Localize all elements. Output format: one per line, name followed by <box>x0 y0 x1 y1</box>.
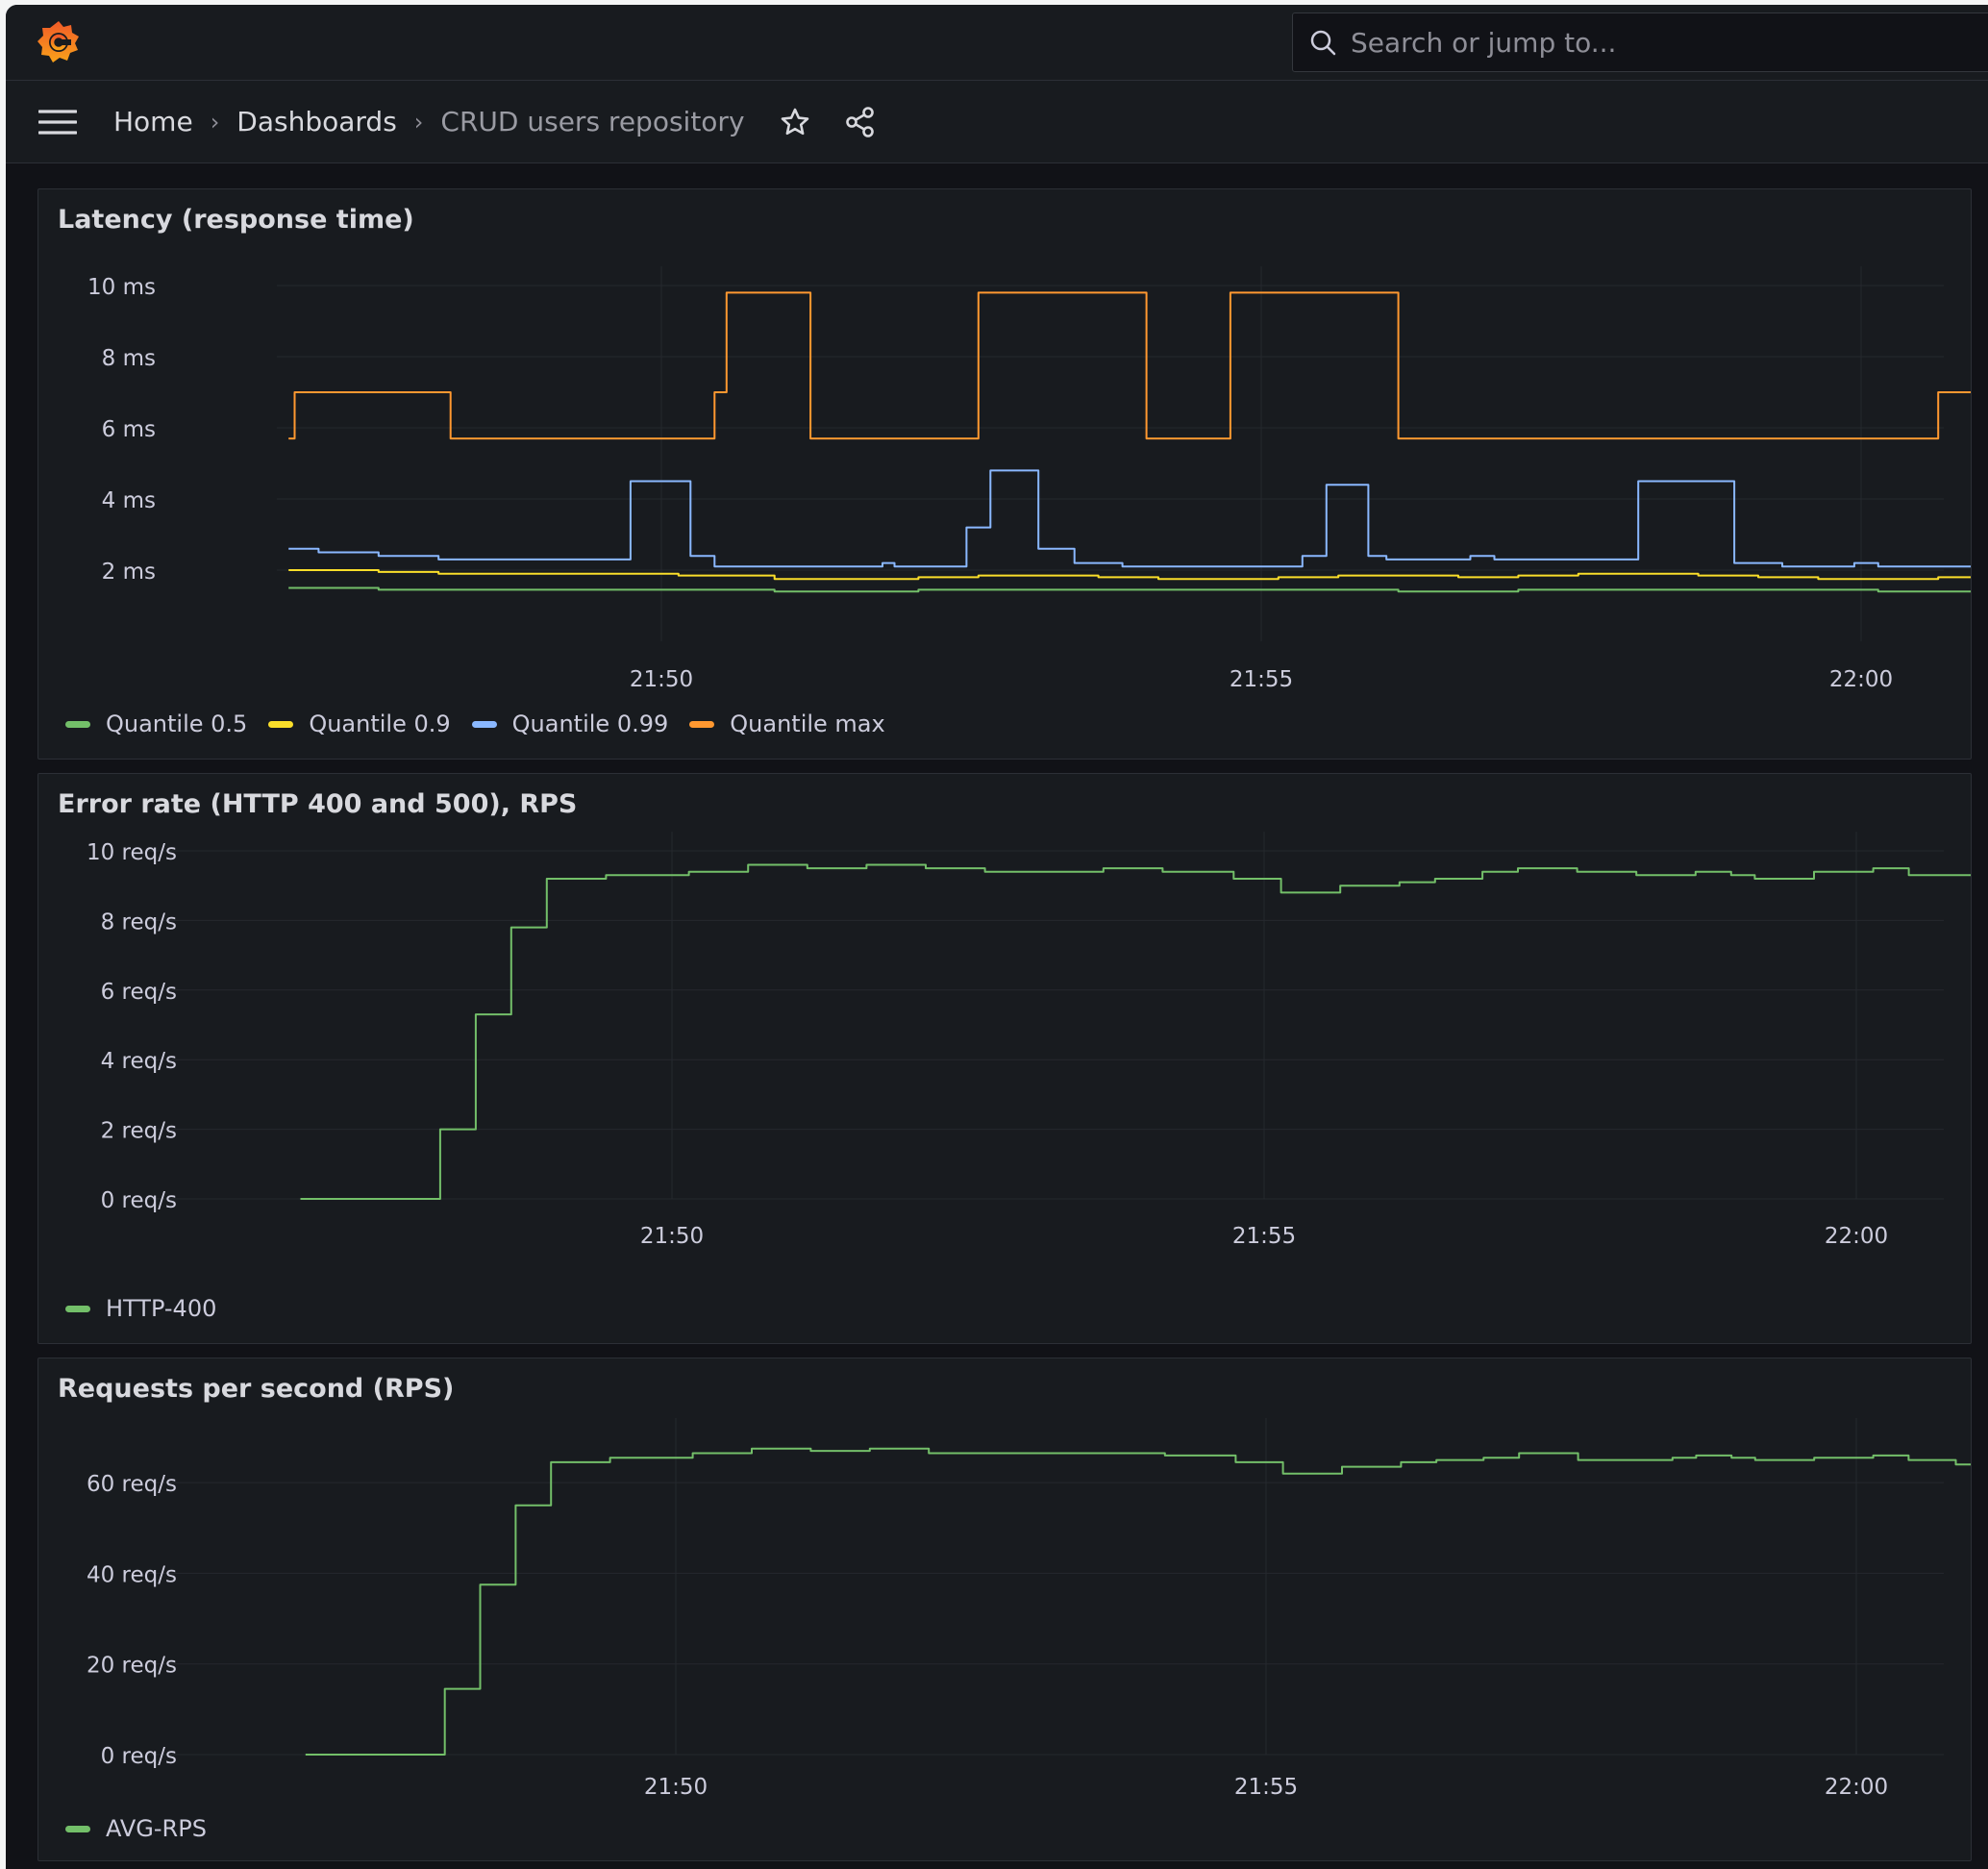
menu-button[interactable] <box>37 101 79 143</box>
legend-label: Quantile 0.99 <box>511 710 669 737</box>
legend-swatch <box>65 1825 90 1832</box>
error-rate-chart: 0 req/s 2 req/s 4 req/s 6 req/s 8 req/s 10 re… <box>87 832 1971 1249</box>
legend-item[interactable]: Quantile 0.9 <box>268 710 451 737</box>
legend-item[interactable]: HTTP-400 <box>65 1295 216 1322</box>
legend: HTTP-400 <box>65 1295 237 1322</box>
latency-chart: 2 ms 4 ms 6 ms 8 ms 10 ms 21:50 21:55 22:00 <box>87 266 1971 692</box>
error-rate-panel: Error rate (HTTP 400 and 500), RPS 0 req… <box>37 773 1972 1344</box>
legend-item[interactable]: AVG-RPS <box>65 1815 207 1842</box>
y-tick-label: 40 req/s <box>87 1562 177 1587</box>
search-placeholder: Search or jump to... <box>1351 26 1617 59</box>
star-icon <box>781 108 808 135</box>
series-line-quantile-max <box>288 291 1971 440</box>
y-tick-label: 4 ms <box>102 488 156 513</box>
breadcrumb-separator: › <box>210 108 220 136</box>
star-button[interactable] <box>774 101 816 143</box>
search-input[interactable]: Search or jump to... <box>1292 12 1988 72</box>
rps-chart: 0 req/s 20 req/s 40 req/s 60 req/s 21:50 21:5… <box>87 1418 1971 1800</box>
legend-swatch <box>268 720 294 728</box>
series-line-quantile-0-99 <box>288 469 1971 568</box>
legend: Quantile 0.5 Quantile 0.9 Quantile 0.99 … <box>65 710 907 737</box>
menu-icon <box>38 109 77 135</box>
legend: AVG-RPS <box>65 1815 228 1842</box>
x-tick-label: 21:50 <box>644 1775 708 1800</box>
app-window: Search or jump to... Home › Dashboards ›… <box>6 5 1988 1869</box>
legend-label: Quantile 0.9 <box>309 710 451 737</box>
grafana-logo[interactable] <box>35 18 83 66</box>
y-tick-label: 6 ms <box>102 417 156 442</box>
y-tick-label: 10 ms <box>87 275 156 300</box>
x-tick-label: 22:00 <box>1829 667 1893 692</box>
legend-label: HTTP-400 <box>106 1295 217 1322</box>
breadcrumb-bar: Home › Dashboards › CRUD users repositor… <box>6 81 1988 163</box>
series-line-http-400 <box>300 863 1971 1200</box>
y-tick-label: 10 req/s <box>87 840 177 865</box>
y-tick-label: 2 req/s <box>101 1119 177 1144</box>
y-tick-label: 8 ms <box>102 346 156 371</box>
series-line-avg-rps <box>305 1447 1971 1756</box>
breadcrumb-dashboards[interactable]: Dashboards <box>236 106 397 137</box>
x-tick-label: 21:55 <box>1232 1224 1296 1249</box>
legend-label: AVG-RPS <box>106 1815 207 1842</box>
x-tick-label: 22:00 <box>1825 1775 1888 1800</box>
latency-panel: Latency (response time) 2 ms 4 ms 6 ms 8 ms… <box>37 188 1972 760</box>
y-tick-label: 2 ms <box>102 560 156 585</box>
breadcrumb-home[interactable]: Home <box>113 106 193 137</box>
top-bar: Search or jump to... <box>6 5 1988 81</box>
legend-item[interactable]: Quantile max <box>689 710 885 737</box>
y-tick-label: 20 req/s <box>87 1654 177 1679</box>
legend-label: Quantile max <box>730 710 885 737</box>
legend-swatch <box>65 720 90 728</box>
y-tick-label: 60 req/s <box>87 1472 177 1497</box>
legend-item[interactable]: Quantile 0.99 <box>471 710 669 737</box>
breadcrumb-separator: › <box>413 108 424 136</box>
share-icon <box>845 106 874 137</box>
x-tick-label: 22:00 <box>1825 1224 1888 1249</box>
y-tick-label: 4 req/s <box>101 1049 177 1074</box>
y-tick-label: 0 req/s <box>101 1744 177 1769</box>
legend-swatch <box>65 1305 90 1312</box>
y-tick-label: 8 req/s <box>101 910 177 934</box>
x-tick-label: 21:55 <box>1234 1775 1298 1800</box>
breadcrumb: Home › Dashboards › CRUD users repositor… <box>113 106 745 137</box>
legend-swatch <box>689 720 715 728</box>
y-tick-label: 6 req/s <box>101 980 177 1005</box>
legend-label: Quantile 0.5 <box>106 710 248 737</box>
search-icon <box>1310 30 1336 56</box>
series-line-quantile-0-9 <box>288 569 1971 581</box>
legend-item[interactable]: Quantile 0.5 <box>65 710 247 737</box>
series-line-quantile-0-5 <box>288 586 1971 593</box>
x-tick-label: 21:55 <box>1230 667 1293 692</box>
legend-swatch <box>471 720 497 728</box>
rps-panel: Requests per second (RPS) 0 req/s 20 req/… <box>37 1358 1972 1861</box>
y-tick-label: 0 req/s <box>101 1188 177 1213</box>
x-tick-label: 21:50 <box>640 1224 704 1249</box>
share-button[interactable] <box>839 101 882 143</box>
breadcrumb-current: CRUD users repository <box>440 106 745 137</box>
x-tick-label: 21:50 <box>630 667 693 692</box>
